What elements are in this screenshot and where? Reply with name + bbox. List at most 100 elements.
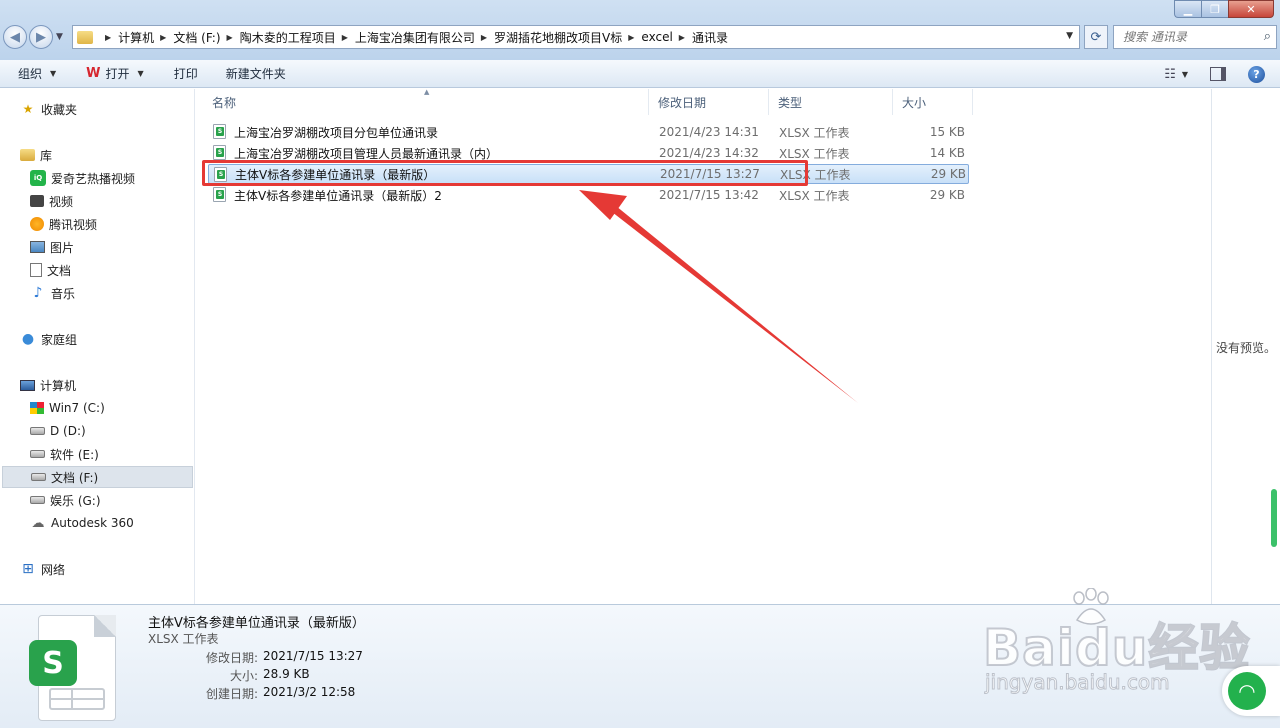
command-toolbar: 组织 ▼ W 打开 ▼ 打印 新建文件夹 ☷ ▼ ? bbox=[0, 60, 1280, 88]
scrollbar-thumb[interactable] bbox=[1271, 489, 1277, 547]
search-input[interactable] bbox=[1114, 26, 1254, 48]
nav-favorites[interactable]: ★ 收藏夹 bbox=[0, 98, 193, 120]
help-icon[interactable]: ? bbox=[1248, 65, 1265, 83]
view-options-icon[interactable]: ☷ bbox=[1164, 67, 1176, 82]
nav-pictures[interactable]: 图片 bbox=[0, 236, 193, 258]
folder-icon bbox=[77, 30, 93, 44]
new-folder-button[interactable]: 新建文件夹 bbox=[208, 60, 296, 88]
file-row[interactable]: 上海宝冶罗湖棚改项目分包单位通讯录 2021/4/23 14:31 XLSX 工… bbox=[208, 122, 969, 142]
network-icon: ⊞ bbox=[22, 561, 34, 577]
nav-network[interactable]: ⊞ 网络 bbox=[0, 558, 193, 580]
file-row[interactable]: 上海宝冶罗湖棚改项目管理人员最新通讯录（内） 2021/4/23 14:32 X… bbox=[208, 143, 969, 163]
details-label: 大小: bbox=[229, 669, 258, 683]
column-header-modified[interactable]: 修改日期 bbox=[649, 89, 769, 115]
breadcrumb-separator-icon[interactable]: ▶ bbox=[105, 33, 111, 42]
file-row-selected[interactable]: 主体V标各参建单位通讯录（最新版） 2021/7/15 13:27 XLSX 工… bbox=[208, 164, 969, 184]
refresh-icon: ⟳ bbox=[1090, 29, 1102, 45]
chevron-down-icon[interactable]: ▼ bbox=[1182, 70, 1188, 79]
breadcrumb-item[interactable]: 文档 (F:) bbox=[173, 29, 220, 46]
breadcrumb-separator-icon[interactable]: ▶ bbox=[679, 33, 685, 42]
breadcrumb-separator-icon[interactable]: ▶ bbox=[160, 33, 166, 42]
column-header-name[interactable]: 名称 bbox=[203, 89, 649, 115]
homegroup-icon: ● bbox=[21, 331, 35, 347]
music-icon: ♪ bbox=[33, 285, 43, 301]
breadcrumb-item[interactable]: 计算机 bbox=[118, 29, 154, 46]
wps-spreadsheet-icon: S bbox=[29, 640, 77, 686]
column-header-size[interactable]: 大小 bbox=[893, 89, 973, 115]
cloud-drive-icon: ☁ bbox=[31, 515, 45, 531]
breadcrumb-separator-icon[interactable]: ▶ bbox=[481, 33, 487, 42]
nav-libraries[interactable]: 库 bbox=[0, 144, 193, 166]
breadcrumb-separator-icon[interactable]: ▶ bbox=[227, 33, 233, 42]
print-button[interactable]: 打印 bbox=[154, 60, 208, 88]
address-bar[interactable]: ▶ 计算机 ▶ 文档 (F:) ▶ 陶木夌的工程项目 ▶ 上海宝冶集团有限公司 … bbox=[72, 25, 1080, 49]
nav-label: 爱奇艺热播视频 bbox=[51, 171, 136, 186]
recent-pages-dropdown[interactable]: ▼ bbox=[56, 32, 63, 42]
nav-homegroup[interactable]: ● 家庭组 bbox=[0, 328, 193, 350]
preview-pane: 没有预览。 bbox=[1211, 89, 1280, 604]
nav-label: 视频 bbox=[49, 194, 74, 209]
search-icon[interactable]: ⌕ bbox=[1264, 29, 1271, 44]
breadcrumb-item[interactable]: 陶木夌的工程项目 bbox=[240, 29, 336, 46]
file-modified: 2021/7/15 13:42 bbox=[659, 188, 759, 202]
column-header-type[interactable]: 类型 bbox=[769, 89, 893, 115]
xlsx-file-icon bbox=[214, 167, 227, 182]
breadcrumb-item[interactable]: 通讯录 bbox=[692, 29, 728, 46]
breadcrumb-separator-icon[interactable]: ▶ bbox=[628, 33, 634, 42]
details-value[interactable]: 2021/7/15 13:27 bbox=[263, 649, 363, 663]
nav-label: 计算机 bbox=[40, 378, 77, 393]
nav-tencent-video[interactable]: 腾讯视频 bbox=[0, 213, 193, 235]
nav-drive-g[interactable]: 娱乐 (G:) bbox=[0, 489, 193, 511]
navigation-buttons: ◀ ▶ ▼ bbox=[3, 25, 63, 49]
file-type: XLSX 工作表 bbox=[779, 146, 850, 161]
nav-label: 娱乐 (G:) bbox=[50, 493, 101, 508]
nav-label: 收藏夹 bbox=[41, 102, 78, 117]
nav-computer[interactable]: 计算机 bbox=[0, 374, 193, 396]
window-controls: ▁ ❐ ✕ bbox=[1174, 0, 1274, 18]
floating-badge[interactable]: ◠ bbox=[1222, 666, 1280, 716]
organize-menu[interactable]: 组织 ▼ bbox=[0, 60, 66, 88]
details-value[interactable]: 28.9 KB bbox=[263, 667, 310, 681]
nav-label: 软件 (E:) bbox=[50, 447, 99, 462]
nav-drive-e[interactable]: 软件 (E:) bbox=[0, 443, 193, 465]
back-button[interactable]: ◀ bbox=[3, 25, 27, 49]
nav-drive-f[interactable]: 文档 (F:) bbox=[2, 466, 193, 488]
file-row[interactable]: 主体V标各参建单位通讯录（最新版）2 2021/7/15 13:42 XLSX … bbox=[208, 185, 969, 205]
maximize-button[interactable]: ❐ bbox=[1201, 0, 1228, 18]
details-label: 创建日期: bbox=[205, 687, 258, 701]
address-dropdown-icon[interactable]: ▼ bbox=[1066, 31, 1073, 41]
windows-drive-icon bbox=[30, 402, 44, 414]
breadcrumb-separator-icon[interactable]: ▶ bbox=[342, 33, 348, 42]
nav-label: 腾讯视频 bbox=[49, 217, 98, 232]
computer-icon bbox=[20, 379, 35, 391]
navigation-pane: ★ 收藏夹 库 iQ 爱奇艺热播视频 视频 腾讯视频 图片 文档 ♪ 音乐 ● … bbox=[0, 89, 195, 604]
nav-videos[interactable]: 视频 bbox=[0, 190, 193, 212]
breadcrumb-item[interactable]: 罗湖插花地棚改项目V标 bbox=[494, 29, 622, 46]
nav-autodesk-360[interactable]: ☁ Autodesk 360 bbox=[0, 512, 193, 534]
breadcrumb-item[interactable]: excel bbox=[641, 30, 672, 44]
drive-icon bbox=[30, 496, 45, 504]
forward-button[interactable]: ▶ bbox=[29, 25, 53, 49]
chevron-down-icon: ▼ bbox=[50, 69, 57, 78]
nav-label: Autodesk 360 bbox=[51, 516, 134, 530]
file-size: 29 KB bbox=[930, 167, 966, 181]
file-modified: 2021/4/23 14:32 bbox=[659, 146, 759, 160]
preview-pane-icon[interactable] bbox=[1210, 67, 1226, 81]
nav-iqiyi-video[interactable]: iQ 爱奇艺热播视频 bbox=[0, 167, 193, 189]
open-menu[interactable]: W 打开 ▼ bbox=[66, 60, 154, 88]
refresh-button[interactable]: ⟳ bbox=[1084, 25, 1108, 49]
nav-music[interactable]: ♪ 音乐 bbox=[0, 282, 193, 304]
minimize-button[interactable]: ▁ bbox=[1174, 0, 1201, 18]
wps-logo-icon: W bbox=[86, 66, 101, 81]
nav-documents[interactable]: 文档 bbox=[0, 259, 193, 281]
file-type: XLSX 工作表 bbox=[779, 125, 850, 140]
breadcrumb-item[interactable]: 上海宝冶集团有限公司 bbox=[355, 29, 475, 46]
close-button[interactable]: ✕ bbox=[1228, 0, 1274, 18]
back-arrow-icon: ◀ bbox=[10, 29, 20, 45]
nav-drive-c[interactable]: Win7 (C:) bbox=[0, 397, 193, 419]
file-modified: 2021/4/23 14:31 bbox=[659, 125, 759, 139]
library-icon bbox=[20, 149, 35, 161]
nav-drive-d[interactable]: D (D:) bbox=[0, 420, 193, 442]
table-grid-icon bbox=[49, 688, 105, 710]
details-value[interactable]: 2021/3/2 12:58 bbox=[263, 685, 355, 699]
